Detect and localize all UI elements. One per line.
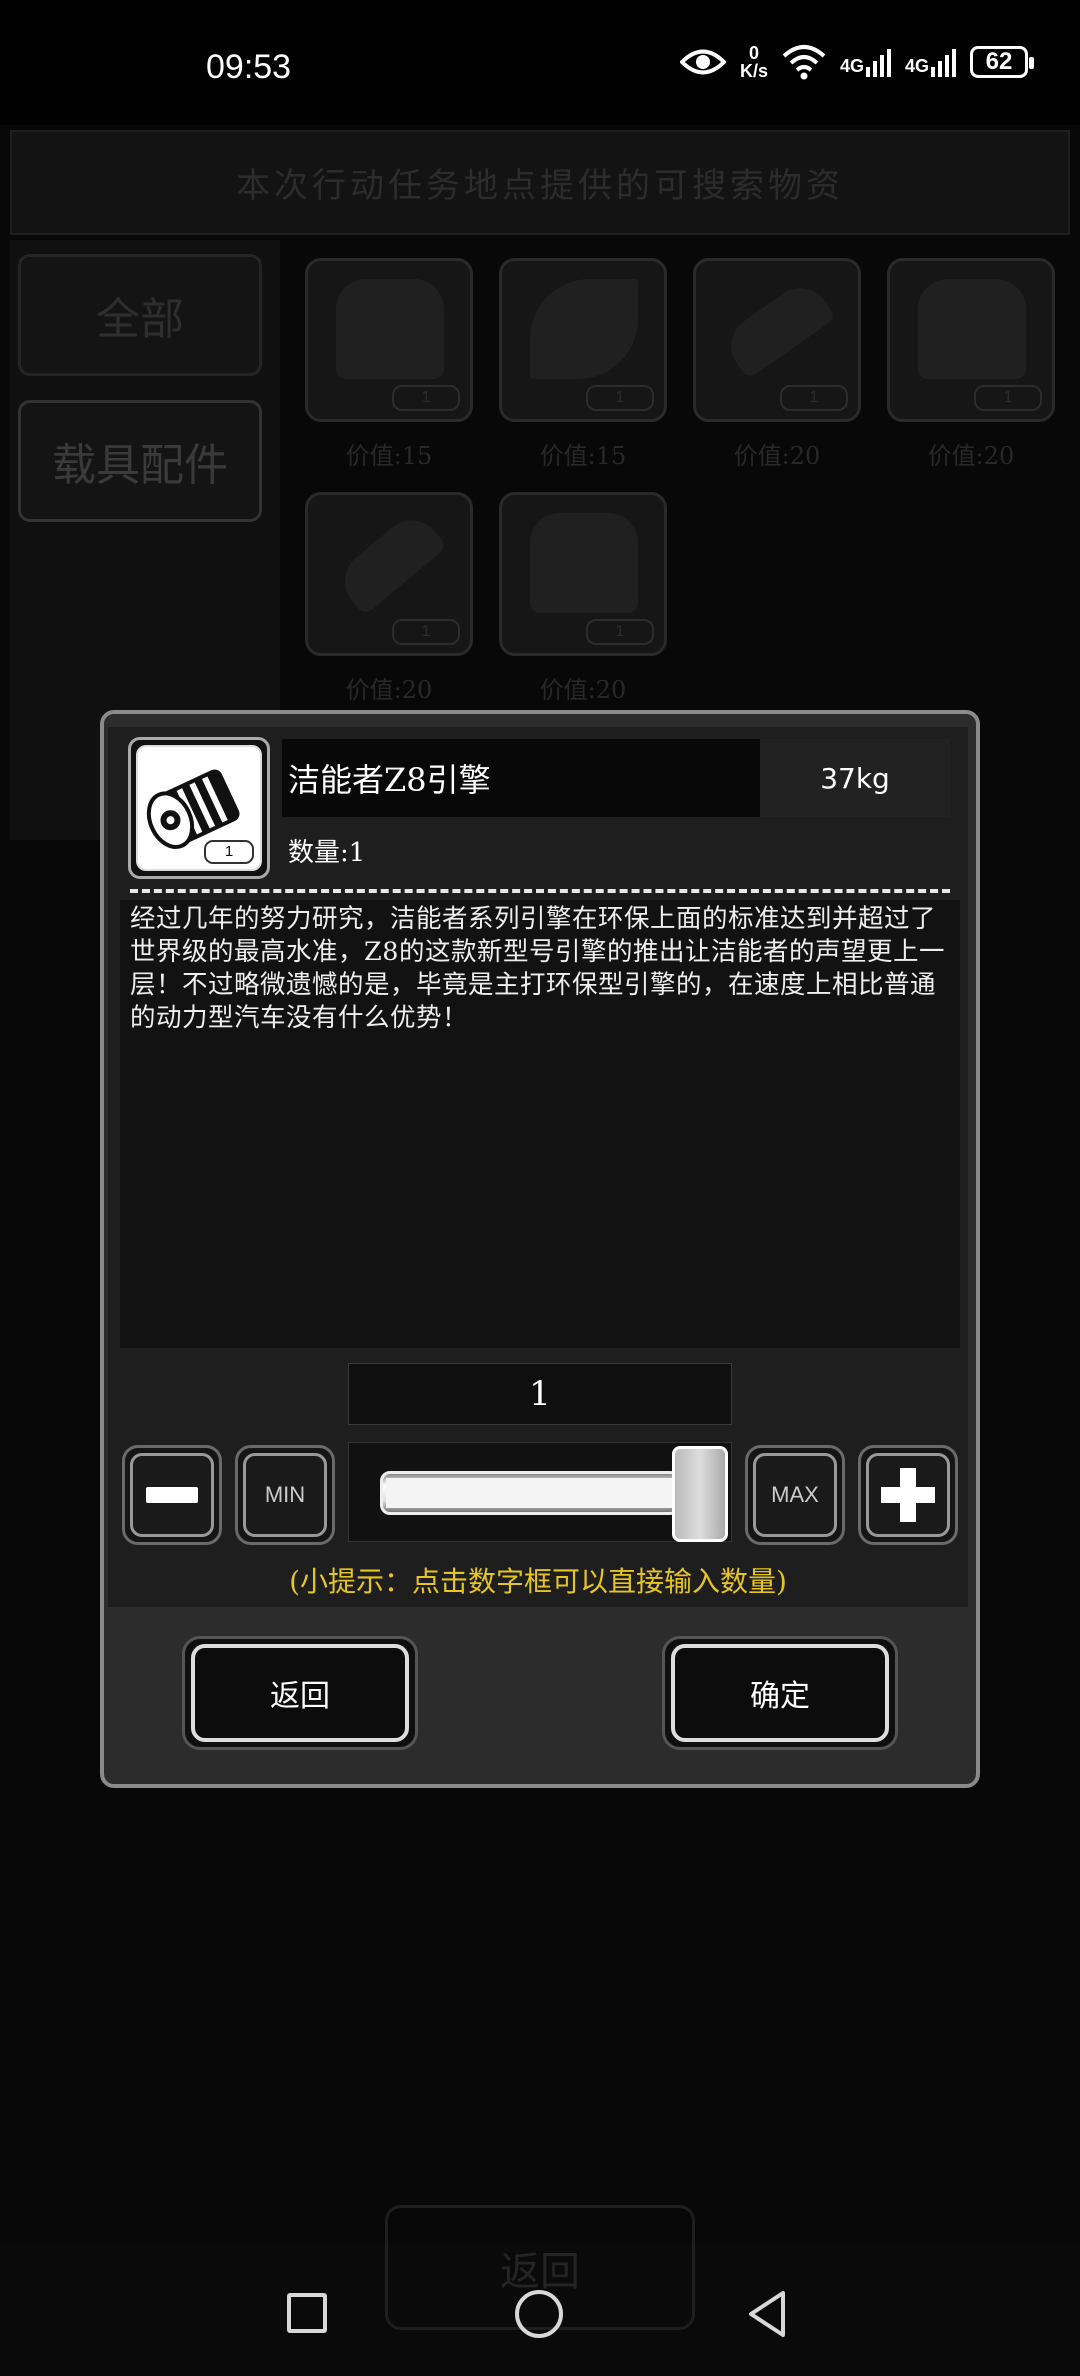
divider (130, 889, 950, 893)
confirm-button[interactable]: 确定 (662, 1636, 898, 1750)
item-name: 洁能者Z8引擎 (282, 739, 764, 817)
exhaust-icon (332, 508, 448, 616)
slider-thumb[interactable] (672, 1446, 728, 1542)
item-price: 价值:20 (345, 676, 433, 704)
home-icon[interactable] (515, 2290, 563, 2338)
item-price: 价值:20 (539, 676, 627, 704)
item-price: 价值:20 (927, 442, 1015, 470)
item-slot[interactable]: 1 (887, 258, 1055, 422)
item-slot[interactable]: 1 (693, 258, 861, 422)
category-all-button[interactable]: 全部 (18, 254, 262, 376)
axle-icon (719, 276, 837, 380)
slider-fill (386, 1478, 674, 1508)
item-slot[interactable]: 1 (305, 258, 473, 422)
item-slot[interactable]: 1 (499, 258, 667, 422)
network-speed: 0 K/s (739, 43, 768, 81)
category-vehicle-parts-button[interactable]: 载具配件 (18, 400, 262, 522)
clock: 09:53 (206, 48, 292, 86)
signal-icon: 4G (905, 47, 956, 77)
hint-text: (小提示：点击数字框可以直接输入数量) (289, 1565, 787, 1598)
car-body-icon (918, 279, 1026, 379)
item-price: 价值:15 (345, 442, 433, 470)
max-button[interactable]: MAX (745, 1445, 845, 1545)
item-icon-card: 1 (136, 745, 262, 871)
back-icon[interactable] (745, 2289, 789, 2339)
min-button[interactable]: MIN (235, 1445, 335, 1545)
item-price: 价值:20 (733, 442, 821, 470)
recent-apps-icon[interactable] (287, 2293, 327, 2333)
item-quantity: 数量:1 (288, 838, 366, 868)
wifi-icon (782, 45, 826, 80)
engine-icon (530, 513, 638, 613)
helmet-icon (336, 279, 444, 379)
minus-icon (146, 1487, 198, 1503)
battery-icon: 62 (970, 46, 1034, 78)
item-slot[interactable]: 1 (305, 492, 473, 656)
item-weight: 37kg (760, 739, 950, 817)
item-description: 经过几年的努力研究，洁能者系列引擎在环保上面的标准达到并超过了世界级的最高水准，… (130, 904, 945, 1033)
status-icons: 0 K/s 4G 4G 62 (679, 43, 1034, 81)
increase-button[interactable] (858, 1445, 958, 1545)
item-price: 价值:15 (539, 442, 627, 470)
blade-icon (530, 279, 638, 379)
quantity-input[interactable]: 1 (348, 1363, 732, 1425)
back-button[interactable]: 返回 (182, 1636, 418, 1750)
supplies-header: 本次行动任务地点提供的可搜索物资 (10, 130, 1070, 235)
item-slot[interactable]: 1 (499, 492, 667, 656)
eye-icon (679, 49, 726, 75)
decrease-button[interactable] (122, 1445, 222, 1545)
item-count-badge: 1 (204, 840, 254, 864)
signal-icon: 4G (840, 47, 891, 77)
plus-icon (881, 1468, 935, 1522)
